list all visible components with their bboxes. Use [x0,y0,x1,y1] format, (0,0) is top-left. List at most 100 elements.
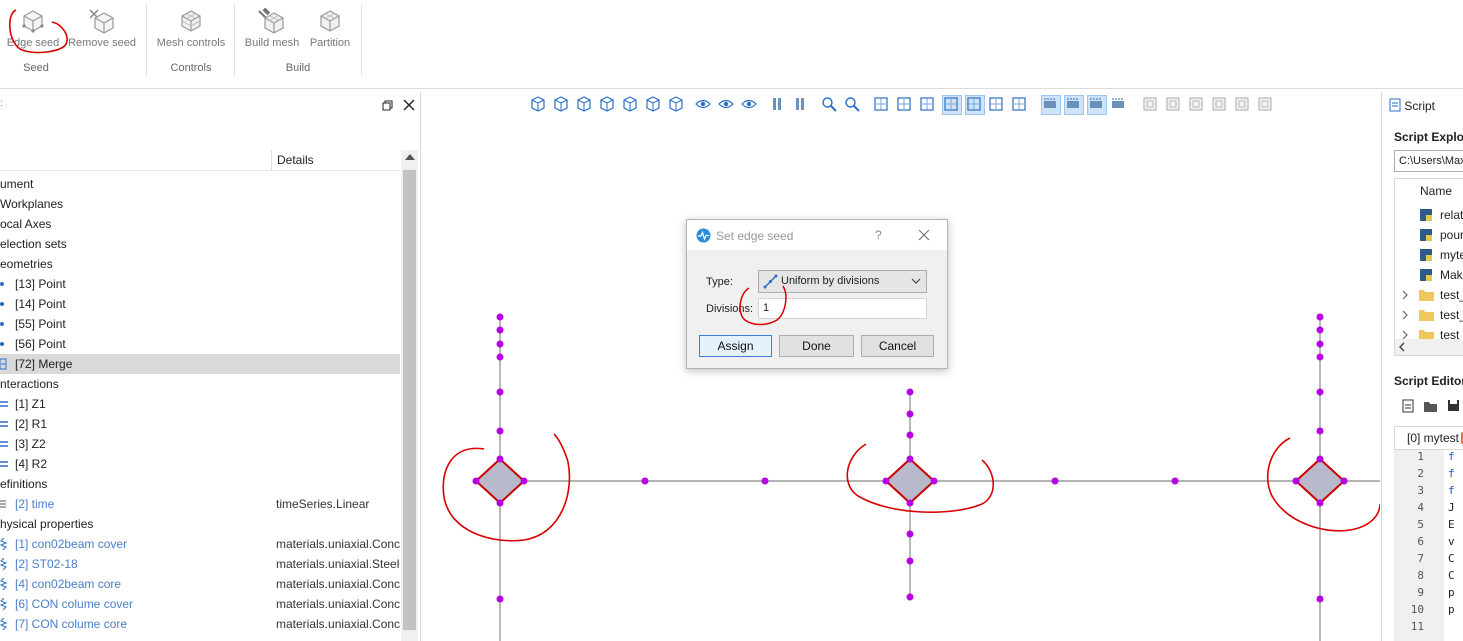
mesh-node[interactable] [496,595,504,603]
scroll-up-icon[interactable] [405,154,415,160]
partition-button[interactable]: Partition [304,6,356,56]
folder-list-item[interactable]: test_ [1395,305,1463,325]
tree-row[interactable]: election sets [0,234,400,254]
close-icon[interactable] [403,99,415,114]
mesh-node[interactable] [1316,313,1324,321]
mesh-node[interactable] [906,388,914,396]
mesh-node[interactable] [520,477,528,485]
code-line[interactable]: f [1448,484,1455,497]
tree-row[interactable]: [1] con02beam cover materials.uniaxial.Co… [0,534,400,554]
cancel-button[interactable]: Cancel [861,335,934,357]
mesh-node[interactable] [906,530,914,538]
help-button[interactable]: ? [875,228,882,242]
mesh-node[interactable] [472,477,480,485]
mesh-node[interactable] [496,427,504,435]
tree-row[interactable]: [2] time timeSeries.Linear [0,494,400,514]
code-line[interactable]: C [1448,552,1455,565]
assign-button[interactable]: Assign [699,335,772,357]
details-column-header[interactable]: Details [277,153,314,167]
tree-row[interactable]: eometries [0,254,400,274]
name-column-header[interactable]: Name [1420,184,1452,198]
chevron-right-icon[interactable] [1402,310,1409,320]
mesh-node[interactable] [496,499,504,507]
mesh-node[interactable] [906,557,914,565]
mesh-node[interactable] [906,431,914,439]
mesh-node[interactable] [496,326,504,334]
done-button[interactable]: Done [779,335,854,357]
tree-row[interactable]: efinitions [0,474,400,494]
mesh-node[interactable] [882,477,890,485]
mesh-node[interactable] [906,593,914,601]
tree-scrollbar[interactable] [401,150,418,641]
mesh-node[interactable] [1316,427,1324,435]
path-field[interactable]: C:\Users\Max [1394,150,1463,172]
mesh-node[interactable] [1340,477,1348,485]
chevron-right-icon[interactable] [1402,290,1409,300]
tree-row[interactable]: [14] Point [0,294,400,314]
mesh-node[interactable] [496,353,504,361]
save-icon[interactable] [1447,399,1460,412]
folder-list-item[interactable]: test_ [1395,285,1463,305]
mesh-node[interactable] [930,477,938,485]
mesh-node[interactable] [761,477,769,485]
code-line[interactable]: p [1448,586,1455,599]
mesh-node[interactable] [1316,455,1324,463]
tree-row[interactable]: [3] Z2 [0,434,400,454]
mesh-node[interactable] [1292,477,1300,485]
code-line[interactable]: f [1448,467,1455,480]
tree-row[interactable]: ocal Axes [0,214,400,234]
code-line[interactable]: E [1448,518,1455,531]
code-line[interactable]: p [1448,603,1455,616]
mesh-node[interactable] [1316,499,1324,507]
tree-row[interactable]: ument [0,174,400,194]
tree-row[interactable]: [7] CON colume core materials.uniaxial.Co… [0,614,400,634]
mesh-node[interactable] [496,455,504,463]
code-line[interactable]: f [1448,450,1455,463]
tree-row[interactable]: [4] R2 [0,454,400,474]
tree-row[interactable]: [56] Point [0,334,400,354]
tree-row[interactable]: Workplanes [0,194,400,214]
editor-tab[interactable]: [0] mytest [1394,426,1463,450]
mesh-node[interactable] [496,388,504,396]
build-mesh-button[interactable]: Build mesh [242,6,302,56]
new-file-icon[interactable] [1402,399,1414,413]
code-line[interactable]: C [1448,569,1455,582]
tree-row[interactable]: [2] ST02-18 materials.uniaxial.Steel0 [0,554,400,574]
tree-row[interactable]: [4] con02beam core materials.uniaxial.Con… [0,574,400,594]
file-list-item[interactable]: myte [1395,245,1463,265]
mesh-node[interactable] [1316,326,1324,334]
scroll-left-icon[interactable] [1398,342,1405,352]
mesh-node[interactable] [1316,353,1324,361]
mesh-node[interactable] [1316,388,1324,396]
tree-row[interactable]: nteractions [0,374,400,394]
tree-row[interactable]: [1] Z1 [0,394,400,414]
mesh-node[interactable] [496,340,504,348]
mesh-node[interactable] [1316,595,1324,603]
mesh-node[interactable] [906,499,914,507]
mesh-controls-button[interactable]: Mesh controls [154,6,228,56]
tree-row[interactable]: hysical properties [0,514,400,534]
tree-row[interactable]: [6] CON colume cover materials.uniaxial.C… [0,594,400,614]
dialog-close-icon[interactable] [918,229,930,241]
tree-row[interactable]: [55] Point [0,314,400,334]
code-line[interactable]: J [1448,501,1455,514]
dialog-titlebar[interactable]: Set edge seed ? [687,220,947,250]
open-folder-icon[interactable] [1423,399,1439,413]
mesh-node[interactable] [496,313,504,321]
code-line[interactable]: v [1448,535,1455,548]
file-list-item[interactable]: pour [1395,225,1463,245]
mesh-node[interactable] [1171,477,1179,485]
restore-icon[interactable] [382,100,393,114]
mesh-node[interactable] [1316,340,1324,348]
horizontal-scrollbar[interactable] [1395,339,1463,355]
file-list-item[interactable]: Mak [1395,265,1463,285]
mesh-node[interactable] [906,455,914,463]
file-list-item[interactable]: relat [1395,205,1463,225]
script-tab[interactable]: Script [1389,98,1435,113]
tree-row[interactable]: [72] Merge [0,354,400,374]
mesh-node[interactable] [1051,477,1059,485]
tree-row[interactable]: [13] Point [0,274,400,294]
tree-row[interactable]: [2] R1 [0,414,400,434]
mesh-node[interactable] [906,410,914,418]
scrollbar-thumb[interactable] [403,170,416,630]
